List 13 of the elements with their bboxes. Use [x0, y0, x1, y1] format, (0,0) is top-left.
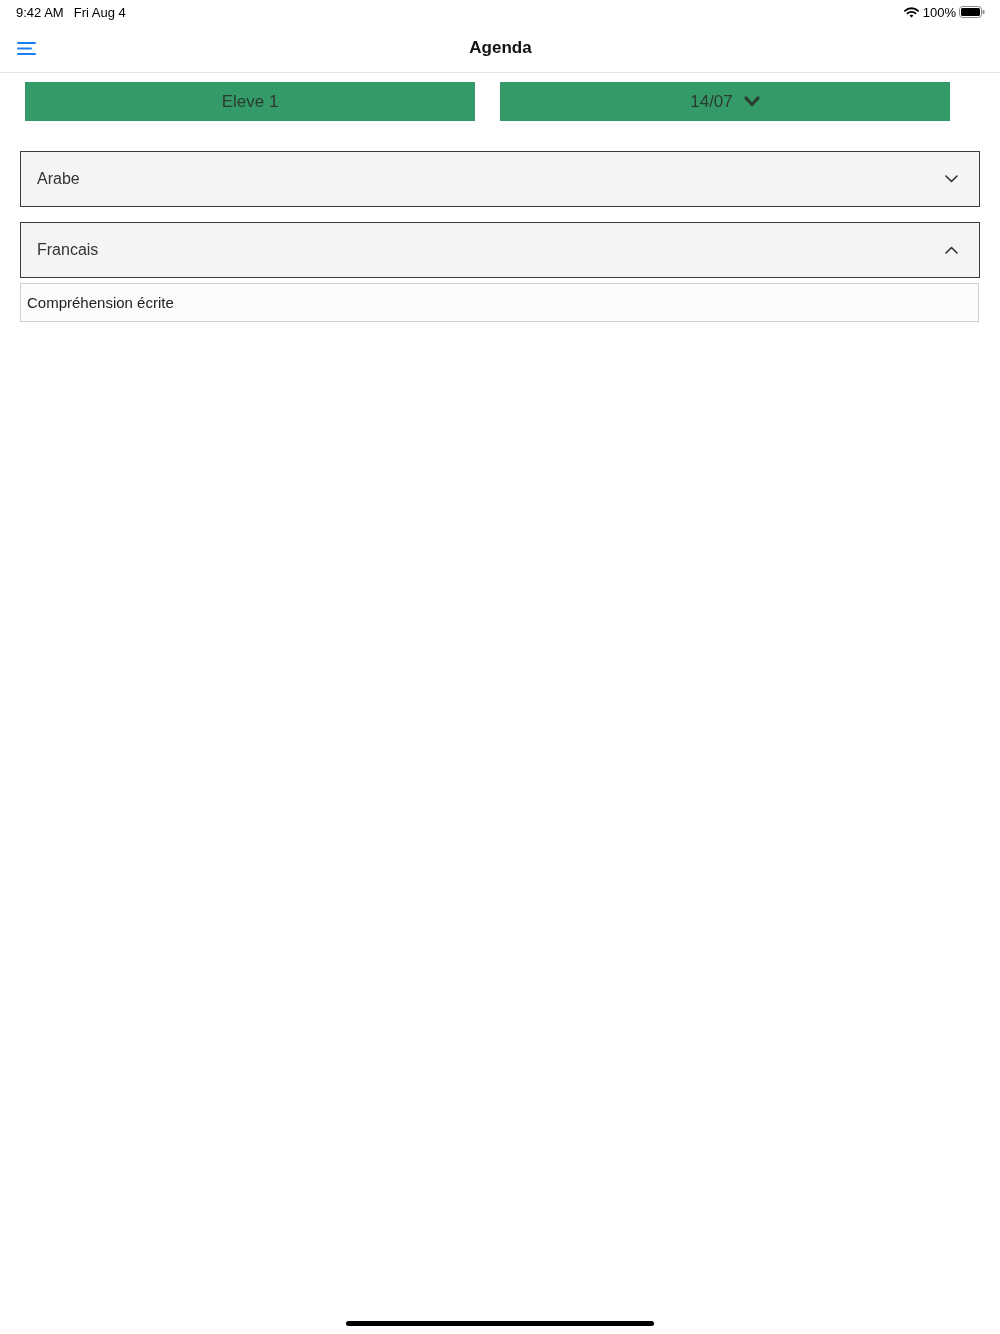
- subject-header[interactable]: Arabe: [20, 151, 980, 207]
- chevron-up-icon: [945, 246, 958, 254]
- chevron-down-icon: [743, 96, 760, 107]
- topic-item[interactable]: Compréhension écrite: [20, 283, 979, 322]
- status-date: Fri Aug 4: [73, 4, 126, 20]
- page-title: Agenda: [469, 38, 532, 58]
- chevron-down-icon: [945, 175, 958, 183]
- status-time: 9:42 AM: [16, 4, 64, 20]
- battery-icon: [959, 6, 985, 18]
- subject-header[interactable]: Francais: [20, 222, 980, 278]
- menu-icon[interactable]: [17, 41, 36, 55]
- wifi-icon: [903, 6, 919, 18]
- battery-percentage: 100%: [922, 4, 956, 20]
